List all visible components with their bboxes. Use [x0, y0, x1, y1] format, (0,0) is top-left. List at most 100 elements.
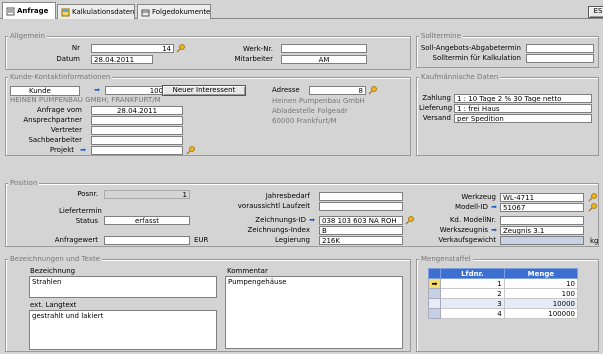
sachbearbeiter-field[interactable] — [91, 136, 183, 145]
versand-field[interactable]: per Spedition — [454, 114, 592, 123]
table-cell-lfdnr[interactable]: 3 — [440, 298, 505, 309]
kdmodell-label: Kd. ModellNr. — [449, 216, 496, 224]
key-icon[interactable] — [405, 216, 415, 225]
arrow-right-icon[interactable]: ➡ — [490, 226, 498, 235]
werkszeugnis-field[interactable]: Zeugnis 3.1 — [500, 226, 584, 235]
lieferung-field[interactable]: 1 : frei Haus — [454, 104, 592, 113]
werkszeugnis-label: Werkszeugnis — [439, 226, 488, 234]
status-label: Status — [75, 217, 98, 225]
table-cell-lfdnr[interactable]: 4 — [440, 308, 505, 319]
nr-field[interactable]: 14 — [91, 44, 174, 53]
bezeichnung-textarea[interactable]: Strahlen — [29, 276, 217, 298]
calculator-icon — [61, 8, 70, 16]
arrow-right-icon[interactable]: ➡ — [308, 216, 316, 225]
table-cell-menge[interactable]: 100000 — [503, 308, 579, 319]
table-header-lfdnr[interactable]: Lfdnr. — [440, 268, 505, 279]
mitarbeiter-field[interactable]: AM — [281, 55, 367, 64]
tab-kalkulationsdaten[interactable]: Kalkulationsdaten — [57, 4, 135, 19]
anfrage-vom-field[interactable]: 28.04.2011 — [91, 106, 183, 115]
table-header-menge[interactable]: Menge — [503, 268, 579, 279]
table-cell-lfdnr[interactable]: 2 — [440, 288, 505, 299]
projekt-field[interactable] — [91, 146, 183, 155]
es-button[interactable]: ES — [588, 6, 603, 18]
table-row[interactable]: 2 100 — [428, 288, 579, 299]
posnr-field: 1 — [104, 190, 190, 199]
soll-kalk-field[interactable] — [526, 54, 594, 63]
address-line-1: Heinen Pumpenbau GmbH — [272, 97, 365, 105]
laufzeit-field[interactable] — [319, 202, 403, 211]
table-header-corner — [428, 268, 441, 279]
adresse-nr-field[interactable]: 8 — [309, 86, 366, 95]
laufzeit-label: voraussichtl Laufzeit — [237, 202, 310, 210]
neuer-interessent-button[interactable]: Neuer Interessent — [162, 85, 246, 96]
soll-angebot-field[interactable] — [526, 44, 594, 53]
solltermine-title: Solltermine — [419, 32, 463, 41]
projekt-label: Projekt — [49, 146, 74, 154]
table-cell-menge[interactable]: 100 — [503, 288, 579, 299]
tab-folgedokumente[interactable]: Folgedokumente — [137, 4, 211, 19]
arrow-right-icon[interactable]: ➡ — [93, 86, 101, 95]
vertreter-field[interactable] — [91, 126, 183, 135]
legierung-field[interactable]: 216K — [319, 236, 403, 245]
table-row[interactable]: 3 10000 — [428, 298, 579, 309]
kunde-title: Kunde-Kontaktinformationen — [8, 73, 113, 82]
kdmodell-field[interactable] — [500, 216, 584, 225]
row-marker-arrow-icon: ➡ — [428, 278, 441, 289]
jahresbedarf-field[interactable] — [319, 192, 403, 201]
kunde-select[interactable]: Kunde — [10, 86, 80, 96]
company-line: HEINEN PUMPENBAU GMBH; FRANKFURT/M — [10, 96, 161, 104]
kommentar-textarea[interactable]: Pumpengehäuse — [225, 276, 403, 349]
verkaufsgewicht-unit: kg — [590, 237, 599, 245]
liefertermin-label: Liefertermin — [59, 207, 102, 215]
arrow-right-icon[interactable]: ➡ — [79, 146, 87, 155]
zahlung-field[interactable]: 1 : 10 Tage 2 % 30 Tage netto — [454, 94, 592, 103]
verkaufsgewicht-field[interactable] — [500, 236, 584, 245]
werkzeug-label: Werkzeug — [461, 193, 496, 201]
langtext-label: ext. Langtext — [30, 301, 77, 309]
address-line-3: 60000 Frankfurt/M — [272, 117, 337, 125]
datum-field[interactable]: 28.04.2011 — [91, 55, 153, 64]
position-title: Position — [8, 179, 40, 188]
ansprechpartner-field[interactable] — [91, 116, 183, 125]
zeichnungsindex-field[interactable]: B — [319, 226, 403, 235]
anfragewert-label: Anfragewert — [54, 236, 98, 244]
row-header — [428, 288, 441, 299]
kaufm-title: Kaufmännische Daten — [419, 73, 501, 82]
key-icon[interactable] — [588, 193, 598, 202]
zeichnungsindex-label: Zeichnungs-Index — [247, 226, 310, 234]
tab-anfrage-label: Anfrage — [17, 7, 49, 15]
key-icon[interactable] — [176, 44, 186, 53]
allgemein-group: Allgemein — [5, 32, 411, 70]
langtext-textarea[interactable]: gestrahlt und lakiert — [29, 310, 217, 350]
posnr-label: Posnr. — [77, 190, 98, 198]
zeichnungsid-field[interactable]: 038 103 603 NA ROH — [319, 216, 403, 225]
table-cell-menge[interactable]: 10 — [503, 278, 579, 289]
werkzeug-field[interactable]: WL-4711 — [500, 193, 584, 202]
table-row[interactable]: 4 100000 — [428, 308, 579, 319]
modellid-field[interactable]: 51067 — [500, 203, 584, 212]
nr-label: Nr — [71, 44, 80, 52]
werknr-label: Werk-Nr. — [243, 45, 273, 53]
werknr-field[interactable] — [281, 44, 367, 53]
key-icon[interactable] — [588, 203, 598, 212]
address-line-2: Abladestelle Folgeadr — [272, 107, 348, 115]
mengenstaffel-table[interactable]: Lfdnr. Menge ➡ 1 10 2 100 3 10000 4 1000… — [428, 268, 579, 319]
table-cell-menge[interactable]: 10000 — [503, 298, 579, 309]
anfragewert-field[interactable] — [104, 236, 190, 245]
tab-anfrage[interactable]: Anfrage — [2, 2, 56, 19]
mitarbeiter-label: Mitarbeiter — [234, 55, 273, 63]
soll-angebot-label: Soll-Angebots-Abgabetermin — [420, 44, 521, 52]
key-icon[interactable] — [368, 86, 378, 95]
key-icon[interactable] — [186, 146, 196, 155]
table-cell-lfdnr[interactable]: 1 — [440, 278, 505, 289]
jahresbedarf-label: Jahresbedarf — [265, 192, 310, 200]
table-row[interactable]: ➡ 1 10 — [428, 278, 579, 289]
bezeichnungen-title: Bezeichnungen und Texte — [8, 255, 103, 264]
document-icon — [141, 9, 150, 16]
table-header-row: Lfdnr. Menge — [428, 268, 579, 279]
status-field[interactable]: erfasst — [104, 216, 190, 225]
tab-kalkulationsdaten-label: Kalkulationsdaten — [72, 8, 135, 16]
vertreter-label: Vertreter — [50, 126, 82, 134]
sachbearbeiter-label: Sachbearbeiter — [28, 136, 82, 144]
arrow-right-icon[interactable]: ➡ — [490, 203, 498, 212]
